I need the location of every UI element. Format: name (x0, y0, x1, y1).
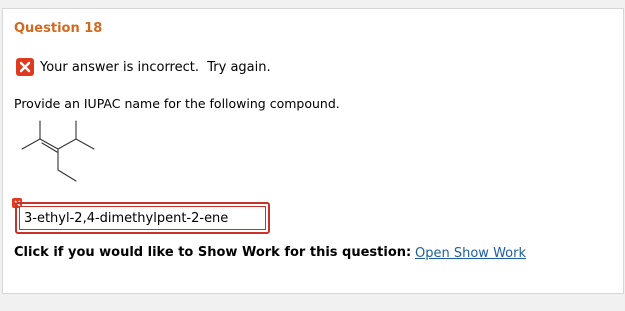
feedback-text: Your answer is incorrect. Try again. (40, 59, 271, 75)
feedback-row: Your answer is incorrect. Try again. (16, 57, 271, 77)
open-show-work-link[interactable]: Open Show Work (415, 246, 526, 261)
question-title: Question 18 (14, 21, 103, 36)
answer-field-wrapper (15, 202, 270, 234)
error-x-icon (16, 58, 34, 76)
question-panel: Question 18 Your answer is incorrect. Tr… (2, 8, 624, 294)
show-work-prompt: Click if you would like to Show Work for… (14, 245, 412, 260)
compound-structure-image (14, 119, 104, 198)
question-prompt: Provide an IUPAC name for the following … (14, 96, 340, 111)
answer-input[interactable] (19, 206, 266, 230)
